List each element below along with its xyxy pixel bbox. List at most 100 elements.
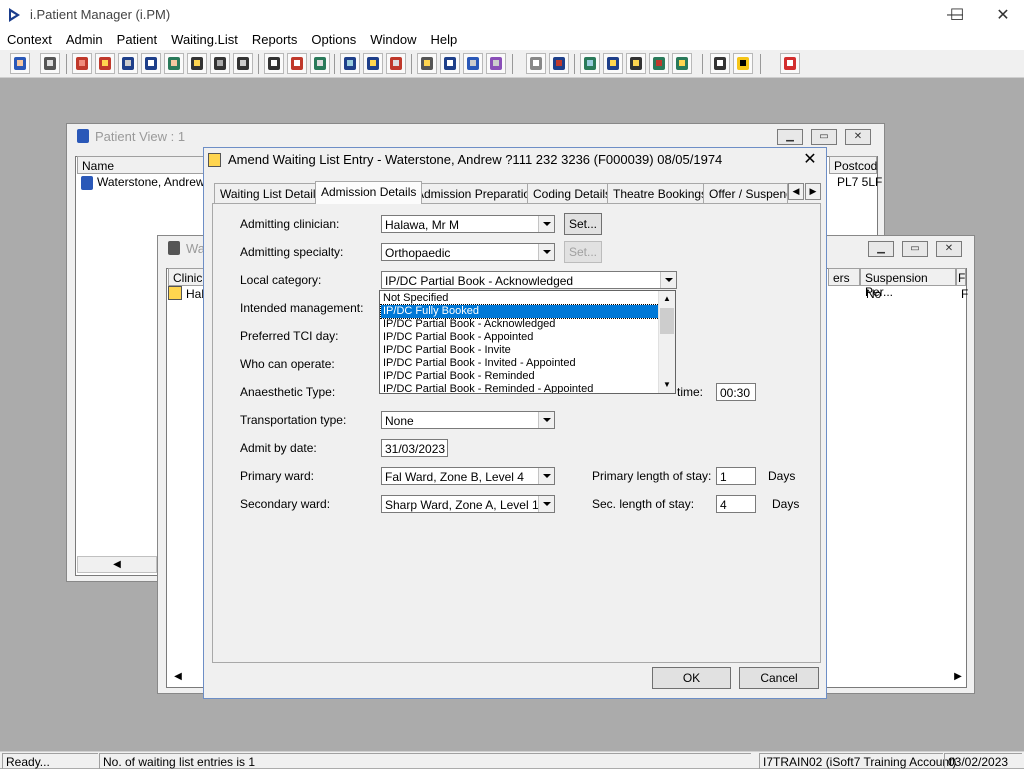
chevron-down-icon[interactable] xyxy=(538,412,554,428)
secondary-length-of-stay-input[interactable]: 4 xyxy=(716,495,756,513)
notes-icon[interactable] xyxy=(187,53,207,74)
close-button[interactable]: ✕ xyxy=(936,241,962,257)
close-button[interactable]: ✕ xyxy=(980,0,1024,30)
tab-scroll-right-button[interactable]: ▶ xyxy=(805,183,821,200)
menu-options[interactable]: Options xyxy=(304,30,363,50)
dropdown-option[interactable]: IP/DC Partial Book - Appointed xyxy=(381,331,659,344)
close-button[interactable]: ✕ xyxy=(845,129,871,145)
maximize-button[interactable]: ▭ xyxy=(811,129,837,145)
secondary-ward-select[interactable]: Sharp Ward, Zone A, Level 11 xyxy=(381,495,555,513)
admitting-specialty-select[interactable]: Orthopaedic xyxy=(381,243,555,261)
primary-length-of-stay-input[interactable]: 1 xyxy=(716,467,756,485)
search-records-icon[interactable] xyxy=(264,53,284,74)
doctor-icon[interactable] xyxy=(164,53,184,74)
tab-waiting-list-details[interactable]: Waiting List Details xyxy=(214,183,328,203)
minimize-button[interactable]: ▁ xyxy=(777,129,803,145)
tab-admission-preparation[interactable]: Admission Preparation xyxy=(410,183,543,203)
flagged-record-icon[interactable] xyxy=(95,53,115,74)
monitor-icon[interactable] xyxy=(310,53,330,74)
dropdown-option-selected[interactable]: IP/DC Fully Booked xyxy=(380,304,660,319)
dropdown-option[interactable]: IP/DC Partial Book - Invite xyxy=(381,344,659,357)
transfer-icon[interactable] xyxy=(710,53,730,74)
red-book-icon[interactable] xyxy=(72,53,92,74)
tab-theatre-bookings[interactable]: Theatre Bookings xyxy=(607,183,714,203)
dropdown-option[interactable]: IP/DC Partial Book - Reminded - Appointe… xyxy=(381,383,659,393)
admitting-clinician-select[interactable]: Halawa, Mr M xyxy=(381,215,555,233)
exit-icon[interactable] xyxy=(780,53,800,74)
column-header-f[interactable]: F xyxy=(956,268,966,286)
tab-offer-suspend[interactable]: Offer / Suspend xyxy=(703,183,788,203)
ok-button[interactable]: OK xyxy=(652,667,731,689)
approve-icon[interactable] xyxy=(649,53,669,74)
transportation-type-select[interactable]: None xyxy=(381,411,555,429)
waiting-list-row-clinician[interactable]: Hal xyxy=(186,287,204,301)
waiting-list-row-suspension[interactable]: No xyxy=(866,287,881,301)
menu-patient[interactable]: Patient xyxy=(110,30,164,50)
theatre-icon[interactable] xyxy=(486,53,506,74)
clock-icon[interactable] xyxy=(287,53,307,74)
admit-by-date-input[interactable]: 31/03/2023 xyxy=(381,439,448,457)
column-header-name[interactable]: Name xyxy=(77,156,217,174)
cancel-button[interactable]: Cancel xyxy=(739,667,819,689)
dropdown-option[interactable]: IP/DC Partial Book - Invited - Appointed xyxy=(381,357,659,370)
scroll-left-button[interactable]: ◀ xyxy=(168,669,188,686)
column-header-suspension[interactable]: Suspension Per... xyxy=(860,268,956,299)
time-input[interactable]: 00:30 xyxy=(716,383,756,401)
ambulance-icon[interactable] xyxy=(210,53,230,74)
dropdown-scroll-thumb[interactable] xyxy=(660,308,674,334)
dropdown-option[interactable]: IP/DC Partial Book - Acknowledged xyxy=(381,318,659,331)
chevron-down-icon[interactable] xyxy=(538,468,554,484)
menu-context[interactable]: Context xyxy=(0,30,59,50)
dialog-close-button[interactable]: ✕ xyxy=(800,150,820,170)
chevron-up-icon[interactable]: ▲ xyxy=(663,294,671,303)
document-icon[interactable] xyxy=(526,53,546,74)
column-header-postcode[interactable]: Postcod xyxy=(829,156,877,174)
vehicle-icon[interactable] xyxy=(233,53,253,74)
dropdown-option[interactable]: IP/DC Partial Book - Reminded xyxy=(381,370,659,383)
dropdown-option[interactable]: Not Specified xyxy=(381,292,659,305)
local-category-select[interactable]: IP/DC Partial Book - Acknowledged xyxy=(381,271,677,289)
list-edit-icon[interactable] xyxy=(440,53,460,74)
printer-icon[interactable] xyxy=(40,53,60,74)
schedule-icon[interactable] xyxy=(363,53,383,74)
patient-row-name[interactable]: Waterstone, Andrew xyxy=(97,175,205,189)
admitting-clinician-set-button[interactable]: Set... xyxy=(564,213,602,235)
warning-icon[interactable] xyxy=(733,53,753,74)
column-header-ers[interactable]: ers xyxy=(828,268,860,286)
chevron-down-icon[interactable]: ▼ xyxy=(663,380,671,389)
menu-window[interactable]: Window xyxy=(363,30,423,50)
column-header-clinician[interactable]: Clinici xyxy=(168,268,205,286)
tab-coding-details[interactable]: Coding Details xyxy=(527,183,618,203)
bar-chart-icon[interactable] xyxy=(549,53,569,74)
bed-icon[interactable] xyxy=(463,53,483,74)
chevron-down-icon[interactable] xyxy=(660,272,676,288)
primary-ward-select[interactable]: Fal Ward, Zone B, Level 4 xyxy=(381,467,555,485)
patient-icon[interactable] xyxy=(10,53,30,74)
check-list-icon[interactable] xyxy=(603,53,623,74)
scanner-icon[interactable] xyxy=(118,53,138,74)
admitting-specialty-set-button[interactable]: Set... xyxy=(564,241,602,263)
maximize-button[interactable]: ☐ xyxy=(934,0,980,30)
tab-admission-details[interactable]: Admission Details xyxy=(315,181,423,204)
menu-admin[interactable]: Admin xyxy=(59,30,110,50)
tab-scroll-left-button[interactable]: ◀ xyxy=(788,183,804,200)
chevron-down-icon[interactable] xyxy=(538,496,554,512)
tick-list-icon[interactable] xyxy=(626,53,646,74)
scroll-right-button[interactable]: ▶ xyxy=(948,669,968,686)
waiting-list-icon[interactable] xyxy=(417,53,437,74)
maximize-button[interactable]: ▭ xyxy=(902,241,928,257)
m-icon[interactable] xyxy=(141,53,161,74)
menu-reports[interactable]: Reports xyxy=(245,30,305,50)
menu-waiting-list[interactable]: Waiting.List xyxy=(164,30,245,50)
chevron-down-icon[interactable] xyxy=(538,244,554,260)
waiting-list-row-f[interactable]: F xyxy=(961,287,968,301)
chevron-down-icon[interactable] xyxy=(538,216,554,232)
menu-help[interactable]: Help xyxy=(423,30,464,50)
timer-icon[interactable] xyxy=(386,53,406,74)
globe-icon[interactable] xyxy=(580,53,600,74)
minimize-button[interactable]: ▁ xyxy=(868,241,894,257)
verify-icon[interactable] xyxy=(672,53,692,74)
scroll-left-button[interactable]: ◀ xyxy=(77,556,157,573)
patient-row-postcode[interactable]: PL7 5LF xyxy=(837,175,882,189)
calendar-icon[interactable] xyxy=(340,53,360,74)
